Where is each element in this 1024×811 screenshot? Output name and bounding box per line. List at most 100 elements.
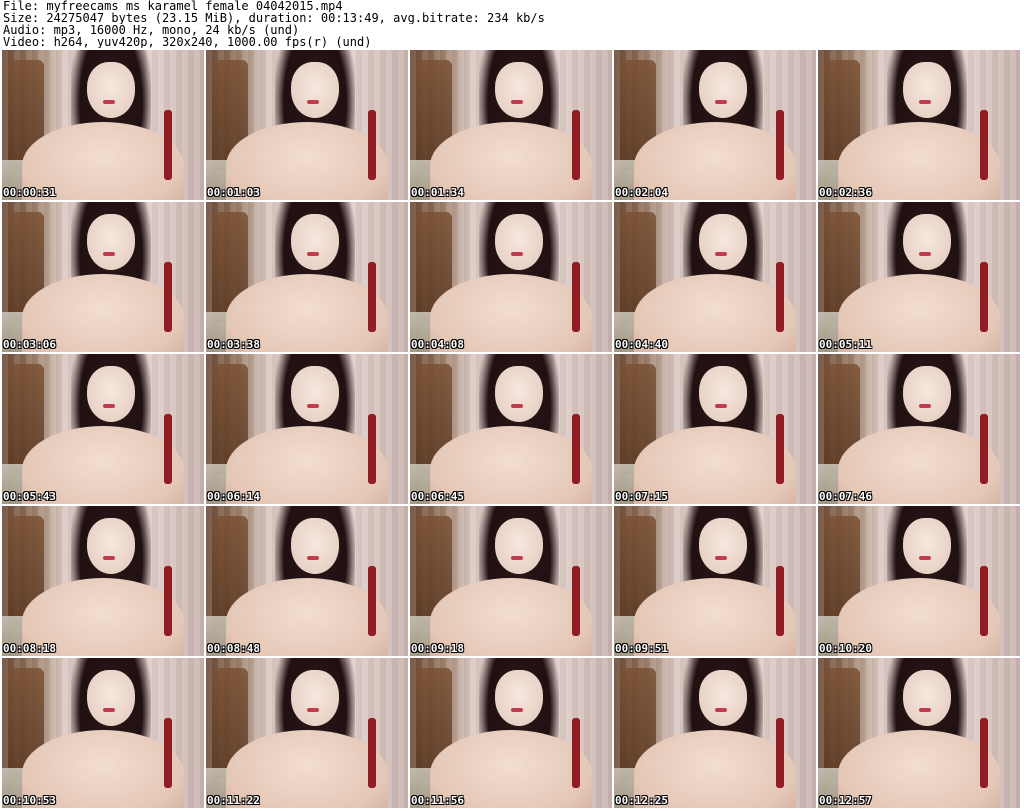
frame-lips (511, 556, 524, 560)
frame-lips (715, 556, 728, 560)
file-name-line: File: myfreecams_ms_karamel_female_04042… (3, 0, 343, 12)
video-frame-thumbnail: 00:06:45 (410, 354, 612, 504)
frame-lips (307, 556, 320, 560)
frame-lips (511, 100, 524, 104)
frame-face (290, 62, 340, 118)
frame-lips (919, 404, 932, 408)
video-frame-thumbnail: 00:10:53 (2, 658, 204, 808)
frame-lips (919, 556, 932, 560)
frame-face (494, 62, 544, 118)
frame-strap (367, 110, 376, 180)
frame-timestamp: 00:12:25 (615, 794, 668, 807)
frame-timestamp: 00:10:53 (3, 794, 56, 807)
frame-strap (367, 414, 376, 484)
frame-face (86, 670, 136, 726)
video-frame-thumbnail: 00:03:06 (2, 202, 204, 352)
video-frame-thumbnail: 00:00:31 (2, 50, 204, 200)
frame-strap (775, 414, 784, 484)
frame-timestamp: 00:03:38 (207, 338, 260, 351)
frame-lips (715, 100, 728, 104)
frame-lips (715, 252, 728, 256)
frame-lips (715, 708, 728, 712)
frame-lips (103, 252, 116, 256)
frame-lips (919, 252, 932, 256)
frame-timestamp: 00:02:04 (615, 186, 668, 199)
frame-face (290, 214, 340, 270)
frame-lips (307, 100, 320, 104)
frame-strap (571, 110, 580, 180)
frame-strap (775, 566, 784, 636)
frame-timestamp: 00:04:40 (615, 338, 668, 351)
video-info-line: Video: h264, yuv420p, 320x240, 1000.00 f… (3, 36, 372, 48)
frame-strap (979, 262, 988, 332)
frame-strap (571, 414, 580, 484)
frame-timestamp: 00:09:18 (411, 642, 464, 655)
frame-face (902, 214, 952, 270)
video-frame-thumbnail: 00:11:56 (410, 658, 612, 808)
frame-face (86, 366, 136, 422)
frame-timestamp: 00:01:34 (411, 186, 464, 199)
frame-face (86, 214, 136, 270)
frame-strap (979, 566, 988, 636)
frame-strap (775, 718, 784, 788)
frame-strap (775, 110, 784, 180)
frame-face (902, 670, 952, 726)
frame-strap (163, 262, 172, 332)
video-frame-thumbnail: 00:02:36 (818, 50, 1020, 200)
thumbnail-grid: 00:00:31 00:01:03 00:01:34 00:02:04 00:02:36… (2, 50, 1022, 810)
frame-face (902, 366, 952, 422)
frame-face (698, 518, 748, 574)
frame-timestamp: 00:10:20 (819, 642, 872, 655)
frame-strap (163, 566, 172, 636)
frame-face (290, 670, 340, 726)
frame-lips (103, 404, 116, 408)
frame-strap (367, 262, 376, 332)
frame-timestamp: 00:11:22 (207, 794, 260, 807)
frame-timestamp: 00:00:31 (3, 186, 56, 199)
frame-timestamp: 00:08:48 (207, 642, 260, 655)
frame-strap (367, 566, 376, 636)
frame-strap (163, 718, 172, 788)
video-frame-thumbnail: 00:07:46 (818, 354, 1020, 504)
video-frame-thumbnail: 00:01:34 (410, 50, 612, 200)
frame-timestamp: 00:09:51 (615, 642, 668, 655)
frame-timestamp: 00:12:57 (819, 794, 872, 807)
frame-lips (103, 556, 116, 560)
video-frame-thumbnail: 00:05:11 (818, 202, 1020, 352)
frame-strap (571, 566, 580, 636)
video-frame-thumbnail: 00:04:40 (614, 202, 816, 352)
frame-face (902, 62, 952, 118)
frame-strap (775, 262, 784, 332)
frame-strap (163, 110, 172, 180)
file-size-line: Size: 24275047 bytes (23.15 MiB), durati… (3, 12, 545, 24)
video-frame-thumbnail: 00:12:25 (614, 658, 816, 808)
frame-lips (307, 708, 320, 712)
frame-face (698, 366, 748, 422)
frame-lips (919, 708, 932, 712)
frame-lips (511, 252, 524, 256)
frame-strap (979, 414, 988, 484)
video-frame-thumbnail: 00:06:14 (206, 354, 408, 504)
frame-face (698, 670, 748, 726)
frame-timestamp: 00:06:14 (207, 490, 260, 503)
video-frame-thumbnail: 00:03:38 (206, 202, 408, 352)
video-frame-thumbnail: 00:12:57 (818, 658, 1020, 808)
frame-strap (979, 110, 988, 180)
frame-strap (571, 718, 580, 788)
frame-lips (307, 404, 320, 408)
frame-face (698, 62, 748, 118)
frame-timestamp: 00:07:15 (615, 490, 668, 503)
frame-timestamp: 00:02:36 (819, 186, 872, 199)
frame-lips (919, 100, 932, 104)
frame-face (494, 366, 544, 422)
frame-timestamp: 00:01:03 (207, 186, 260, 199)
frame-lips (103, 708, 116, 712)
frame-strap (979, 718, 988, 788)
video-frame-thumbnail: 00:05:43 (2, 354, 204, 504)
frame-timestamp: 00:08:18 (3, 642, 56, 655)
video-frame-thumbnail: 00:09:18 (410, 506, 612, 656)
frame-lips (307, 252, 320, 256)
frame-lips (715, 404, 728, 408)
video-frame-thumbnail: 00:04:08 (410, 202, 612, 352)
frame-face (698, 214, 748, 270)
